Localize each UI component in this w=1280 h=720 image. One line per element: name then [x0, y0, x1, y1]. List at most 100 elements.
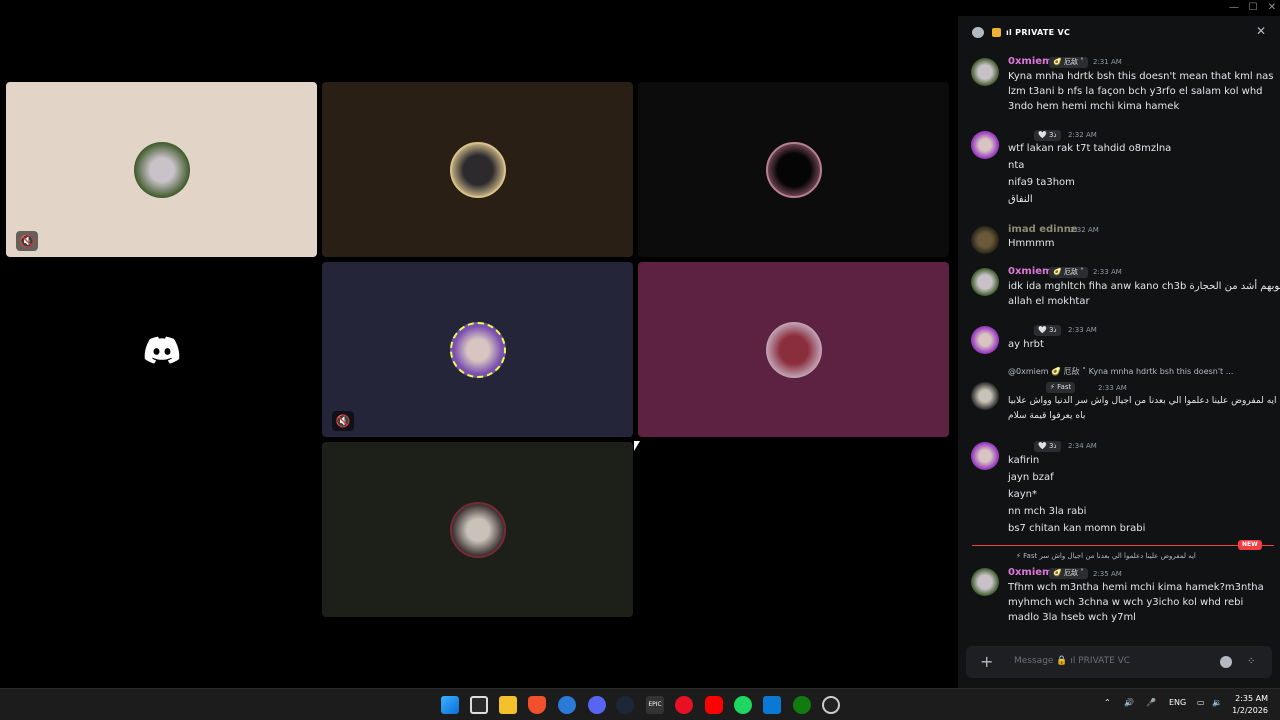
- discord-app-icon[interactable]: [588, 696, 606, 714]
- chat-bubble-icon: [972, 27, 984, 38]
- tray-chevron-icon[interactable]: ⌃: [1104, 698, 1111, 707]
- avatar: [971, 568, 999, 596]
- message-line: Hmmmm: [1008, 238, 1055, 249]
- participant-tile-2[interactable]: [322, 82, 633, 257]
- mouse-cursor-icon: [634, 441, 640, 451]
- close-chat-icon[interactable]: ✕: [1256, 24, 1266, 38]
- reply-preview[interactable]: ⚡ Fast ايه لمفروض علينا دعلموا الي بعدنا…: [1016, 552, 1196, 560]
- apps-icon[interactable]: ⁘: [1247, 656, 1259, 668]
- message-composer[interactable]: + Message 🔒 ıl PRIVATE VC ⁘: [966, 646, 1272, 678]
- clock[interactable]: 2:35 AM 1/2/2026: [1232, 693, 1268, 717]
- message-line: ay hrbt: [1008, 339, 1044, 350]
- author-name[interactable]: 0xmiem: [1008, 56, 1052, 67]
- avatar: [971, 326, 999, 354]
- microphone-icon[interactable]: 🎤: [1146, 698, 1156, 707]
- message-line: bs7 chitan kan momn brabi: [1008, 523, 1146, 534]
- participant-tile-discord[interactable]: [6, 262, 317, 437]
- lock-icon: [992, 28, 1001, 37]
- avatar: [449, 501, 506, 558]
- file-explorer-icon[interactable]: [499, 696, 517, 714]
- taskbar: EPIC ⌃ 🔊 🎤 ENG ▭ 🔉 2:35 AM 1/2/2026: [0, 688, 1280, 720]
- avatar: [133, 141, 190, 198]
- timestamp: 2:32 AM: [1070, 226, 1099, 234]
- author-name[interactable]: 0xmiem: [1008, 266, 1052, 277]
- xbox-icon[interactable]: [793, 696, 811, 714]
- brave-browser-icon[interactable]: [528, 696, 546, 714]
- close-window-button[interactable]: ✕: [1262, 1, 1280, 15]
- volume-icon[interactable]: 🔉: [1212, 698, 1222, 707]
- clan-tag: 🤍 ذ3: [1034, 441, 1061, 452]
- store-icon[interactable]: [470, 696, 488, 714]
- author-name[interactable]: imad edinne: [1008, 224, 1078, 235]
- message-line: Kyna mnha hdrtk bsh this doesn't mean th…: [1008, 71, 1274, 82]
- language-indicator[interactable]: ENG: [1169, 698, 1186, 707]
- clan-tag: 🤍 ذ3: [1034, 130, 1061, 141]
- add-attachment-icon[interactable]: +: [980, 652, 993, 671]
- avatar: [449, 321, 506, 378]
- reply-preview[interactable]: @0xmiem 🥑 厄敌 ˚ Kyna mnha hdrtk bsh this …: [1008, 366, 1233, 377]
- message-line: myhmch wch 3chna w wch y3icho kol whd re…: [1008, 597, 1244, 608]
- timestamp: 2:32 AM: [1068, 131, 1097, 139]
- network-icon[interactable]: ▭: [1197, 698, 1205, 707]
- message-line: idk ida mghltch fiha anw kano ch3b قلوبه…: [1008, 281, 1280, 292]
- avatar: [971, 131, 999, 159]
- channel-name: ıl PRIVATE VC: [1006, 28, 1071, 37]
- muted-icon: 🔇: [332, 411, 354, 431]
- timestamp: 2:34 AM: [1068, 442, 1097, 450]
- message-line: kayn*: [1008, 489, 1037, 500]
- clan-tag: 🤍 ذ3: [1034, 325, 1061, 336]
- chat-header: ıl PRIVATE VC ✕: [958, 16, 1280, 52]
- voice-stage: 🔇 🔇: [0, 16, 958, 688]
- avatar: [449, 141, 506, 198]
- message-line: madlo 3la hseb wch y7ml: [1008, 612, 1136, 623]
- participant-tile-1[interactable]: 🔇: [6, 82, 317, 257]
- spotify-icon[interactable]: [734, 696, 752, 714]
- vscode-icon[interactable]: [763, 696, 781, 714]
- message-line: ايه لمفروض علينا دعلموا الي بعدنا من اجي…: [1008, 396, 1277, 406]
- clan-tag: 🥑 厄敌 ˚: [1049, 267, 1088, 278]
- participant-tile-4[interactable]: 🔇: [322, 262, 633, 437]
- timestamp: 2:31 AM: [1093, 58, 1122, 66]
- avatar: [971, 226, 999, 254]
- message-line: 3ndo hem hemi mchi kima hamek: [1008, 101, 1180, 112]
- new-badge: NEW: [1238, 540, 1262, 550]
- clan-tag: 🥑 厄敌 ˚: [1049, 568, 1088, 579]
- author-name[interactable]: 0xmiem: [1008, 567, 1052, 578]
- clan-tag: ⚡ Fast: [1046, 382, 1076, 393]
- avatar: [765, 321, 822, 378]
- timestamp: 2:35 AM: [1093, 570, 1122, 578]
- speaker-icon[interactable]: 🔊: [1124, 698, 1134, 707]
- avatar: [971, 442, 999, 470]
- timestamp: 2:33 AM: [1093, 268, 1122, 276]
- avatar: [971, 268, 999, 296]
- discord-logo-icon: [144, 336, 180, 364]
- message-line: nn mch 3la rabi: [1008, 506, 1087, 517]
- windows-start-icon[interactable]: [441, 696, 459, 714]
- participant-tile-5[interactable]: [638, 262, 949, 437]
- maximize-button[interactable]: ☐: [1243, 1, 1263, 15]
- steam-icon[interactable]: [616, 696, 634, 714]
- media-player-icon[interactable]: [675, 696, 693, 714]
- message-list[interactable]: 0xmiem 🥑 厄敌 ˚ 2:31 AM Kyna mnha hdrtk bs…: [958, 52, 1280, 652]
- obs-icon[interactable]: [822, 696, 840, 714]
- epic-games-icon[interactable]: EPIC: [646, 696, 664, 714]
- message-line: باه يعرفوا قيمة سلام: [1008, 411, 1086, 421]
- participant-tile-6[interactable]: [322, 442, 633, 617]
- timestamp: 2:33 AM: [1068, 326, 1097, 334]
- chat-panel: ıl PRIVATE VC ✕ 0xmiem 🥑 厄敌 ˚ 2:31 AM Ky…: [958, 16, 1280, 688]
- edge-browser-icon[interactable]: [558, 696, 576, 714]
- emoji-icon[interactable]: [1220, 656, 1232, 668]
- message-line: nifa9 ta3hom: [1008, 177, 1075, 188]
- minimize-button[interactable]: —: [1224, 1, 1244, 15]
- new-messages-divider: [972, 545, 1274, 546]
- message-line: wtf lakan rak t7t tahdid o8mzlna: [1008, 143, 1172, 154]
- youtube-icon[interactable]: [705, 696, 723, 714]
- message-line: allah el mokhtar: [1008, 296, 1090, 307]
- participant-tile-3[interactable]: [638, 82, 949, 257]
- clock-time: 2:35 AM: [1235, 694, 1268, 703]
- message-input[interactable]: Message 🔒 ıl PRIVATE VC: [1014, 656, 1130, 666]
- message-line: jayn bzaf: [1008, 472, 1054, 483]
- message-line: kafirin: [1008, 455, 1040, 466]
- clan-tag: 🥑 厄敌 ˚: [1049, 57, 1088, 68]
- timestamp: 2:33 AM: [1098, 384, 1127, 392]
